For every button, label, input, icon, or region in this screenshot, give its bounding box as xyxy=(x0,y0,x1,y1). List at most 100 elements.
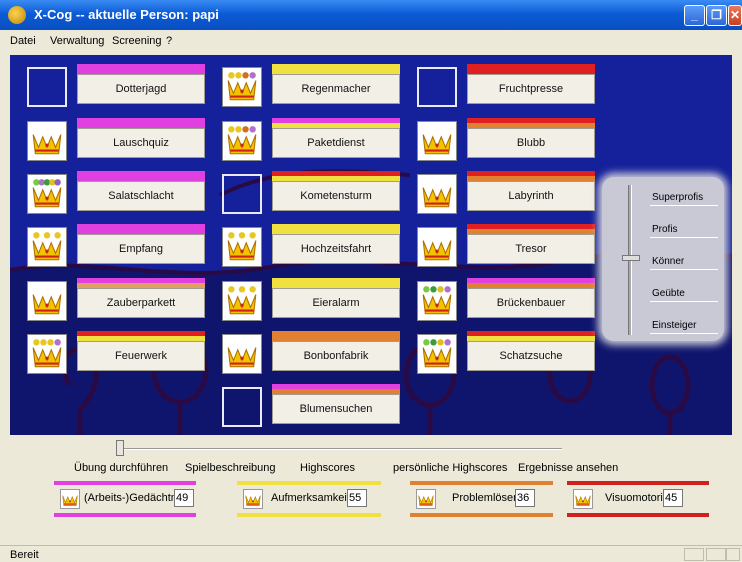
category-name: Aufmerksamkeit xyxy=(271,492,350,504)
game-label: Feuerwerk xyxy=(77,341,205,371)
action-highscores[interactable]: Highscores xyxy=(300,462,355,474)
game-label: Paketdienst xyxy=(272,128,400,158)
game-button[interactable]: Schatzsuche xyxy=(467,331,595,371)
crown-icon xyxy=(417,121,457,161)
crown-icon xyxy=(417,281,457,321)
category-card[interactable]: Aufmerksamkeit 55 xyxy=(237,481,381,517)
game-button[interactable]: Brückenbauer xyxy=(467,278,595,318)
crown-icon xyxy=(222,67,262,107)
menu-verwaltung[interactable]: Verwaltung xyxy=(50,35,104,47)
game-label: Fruchtpresse xyxy=(467,74,595,104)
game-label: Dotterjagd xyxy=(77,74,205,104)
window-title: X-Cog -- aktuelle Person: papi xyxy=(34,7,219,22)
game-label: Zauberparkett xyxy=(77,288,205,318)
crown-icon xyxy=(222,121,262,161)
level-profis[interactable]: Profis xyxy=(650,224,718,238)
category-score: 36 xyxy=(515,489,535,507)
crown-icon xyxy=(222,281,262,321)
game-label: Brückenbauer xyxy=(467,288,595,318)
category-score: 45 xyxy=(663,489,683,507)
level-superprofis[interactable]: Superprofis xyxy=(650,192,718,206)
crown-icon xyxy=(27,281,67,321)
restore-button[interactable]: ❐ xyxy=(706,5,727,26)
level-einsteiger[interactable]: Einsteiger xyxy=(650,320,718,334)
game-label: Bonbonfabrik xyxy=(272,341,400,371)
status-panel xyxy=(726,548,740,561)
status-bar: Bereit xyxy=(0,545,742,562)
game-button[interactable]: Bonbonfabrik xyxy=(272,331,400,371)
game-button[interactable]: Regenmacher xyxy=(272,64,400,104)
app-icon xyxy=(8,6,26,24)
empty-slot xyxy=(222,174,262,214)
close-button[interactable]: ✕ xyxy=(728,5,742,26)
game-label: Labyrinth xyxy=(467,181,595,211)
menu-help[interactable]: ? xyxy=(166,35,172,47)
game-area: Dotterjagd Lauschquiz Salatschlacht Empfang… xyxy=(10,55,732,435)
category-name: Visuomotorik xyxy=(605,492,669,504)
action-spielbeschreibung[interactable]: Spielbeschreibung xyxy=(185,462,276,474)
game-button[interactable]: Lauschquiz xyxy=(77,118,205,158)
game-button[interactable]: Zauberparkett xyxy=(77,278,205,318)
crown-icon xyxy=(27,174,67,214)
minimize-button[interactable]: _ xyxy=(684,5,705,26)
menu-datei[interactable]: Datei xyxy=(10,35,36,47)
status-text: Bereit xyxy=(10,549,39,561)
game-label: Eieralarm xyxy=(272,288,400,318)
game-label: Hochzeitsfahrt xyxy=(272,234,400,264)
category-score: 49 xyxy=(174,489,194,507)
game-button[interactable]: Fruchtpresse xyxy=(467,64,595,104)
game-button[interactable]: Blubb xyxy=(467,118,595,158)
game-button[interactable]: Kometensturm xyxy=(272,171,400,211)
game-label: Salatschlacht xyxy=(77,181,205,211)
game-label: Kometensturm xyxy=(272,181,400,211)
game-button[interactable]: Salatschlacht xyxy=(77,171,205,211)
category-card[interactable]: (Arbeits-)Gedächtnis 49 xyxy=(54,481,196,517)
game-button[interactable]: Paketdienst xyxy=(272,118,400,158)
game-button[interactable]: Labyrinth xyxy=(467,171,595,211)
action-ergebnisse-ansehen[interactable]: Ergebnisse ansehen xyxy=(518,462,618,474)
game-label: Blumensuchen xyxy=(272,394,400,424)
game-button[interactable]: Blumensuchen xyxy=(272,384,400,424)
level-panel: Superprofis Profis Könner Geübte Einstei… xyxy=(602,177,724,341)
category-card[interactable]: Problemlösen 36 xyxy=(410,481,553,517)
crown-icon xyxy=(417,174,457,214)
game-label: Schatzsuche xyxy=(467,341,595,371)
level-koenner[interactable]: Könner xyxy=(650,256,718,270)
menu-screening[interactable]: Screening xyxy=(112,35,162,47)
game-button[interactable]: Dotterjagd xyxy=(77,64,205,104)
progress-slider-thumb[interactable] xyxy=(116,440,124,456)
crown-icon xyxy=(417,227,457,267)
action-persoenliche-highscores[interactable]: persönliche Highscores xyxy=(393,462,507,474)
crown-icon xyxy=(27,227,67,267)
category-score: 55 xyxy=(347,489,367,507)
category-card[interactable]: Visuomotorik 45 xyxy=(567,481,709,517)
game-button[interactable]: Eieralarm xyxy=(272,278,400,318)
game-button[interactable]: Empfang xyxy=(77,224,205,264)
crown-icon xyxy=(27,334,67,374)
progress-slider-track[interactable] xyxy=(116,448,562,450)
empty-slot xyxy=(27,67,67,107)
game-label: Blubb xyxy=(467,128,595,158)
game-button[interactable]: Hochzeitsfahrt xyxy=(272,224,400,264)
game-label: Lauschquiz xyxy=(77,128,205,158)
action-uebung-durchfuehren[interactable]: Übung durchführen xyxy=(74,462,168,474)
empty-slot xyxy=(222,387,262,427)
empty-slot xyxy=(417,67,457,107)
crown-icon xyxy=(243,489,263,509)
crown-icon xyxy=(222,227,262,267)
game-button[interactable]: Feuerwerk xyxy=(77,331,205,371)
crown-icon xyxy=(27,121,67,161)
game-label: Regenmacher xyxy=(272,74,400,104)
status-panel xyxy=(684,548,704,561)
category-name: Problemlösen xyxy=(452,492,520,504)
level-slider-thumb[interactable] xyxy=(622,255,640,261)
crown-icon xyxy=(416,489,436,509)
game-label: Tresor xyxy=(467,234,595,264)
level-geuebte[interactable]: Geübte xyxy=(650,288,718,302)
crown-icon xyxy=(417,334,457,374)
game-button[interactable]: Tresor xyxy=(467,224,595,264)
menu-bar: Datei Verwaltung Screening ? xyxy=(0,30,742,50)
title-bar: X-Cog -- aktuelle Person: papi _ ❐ ✕ xyxy=(0,0,742,30)
game-label: Empfang xyxy=(77,234,205,264)
crown-icon xyxy=(222,334,262,374)
